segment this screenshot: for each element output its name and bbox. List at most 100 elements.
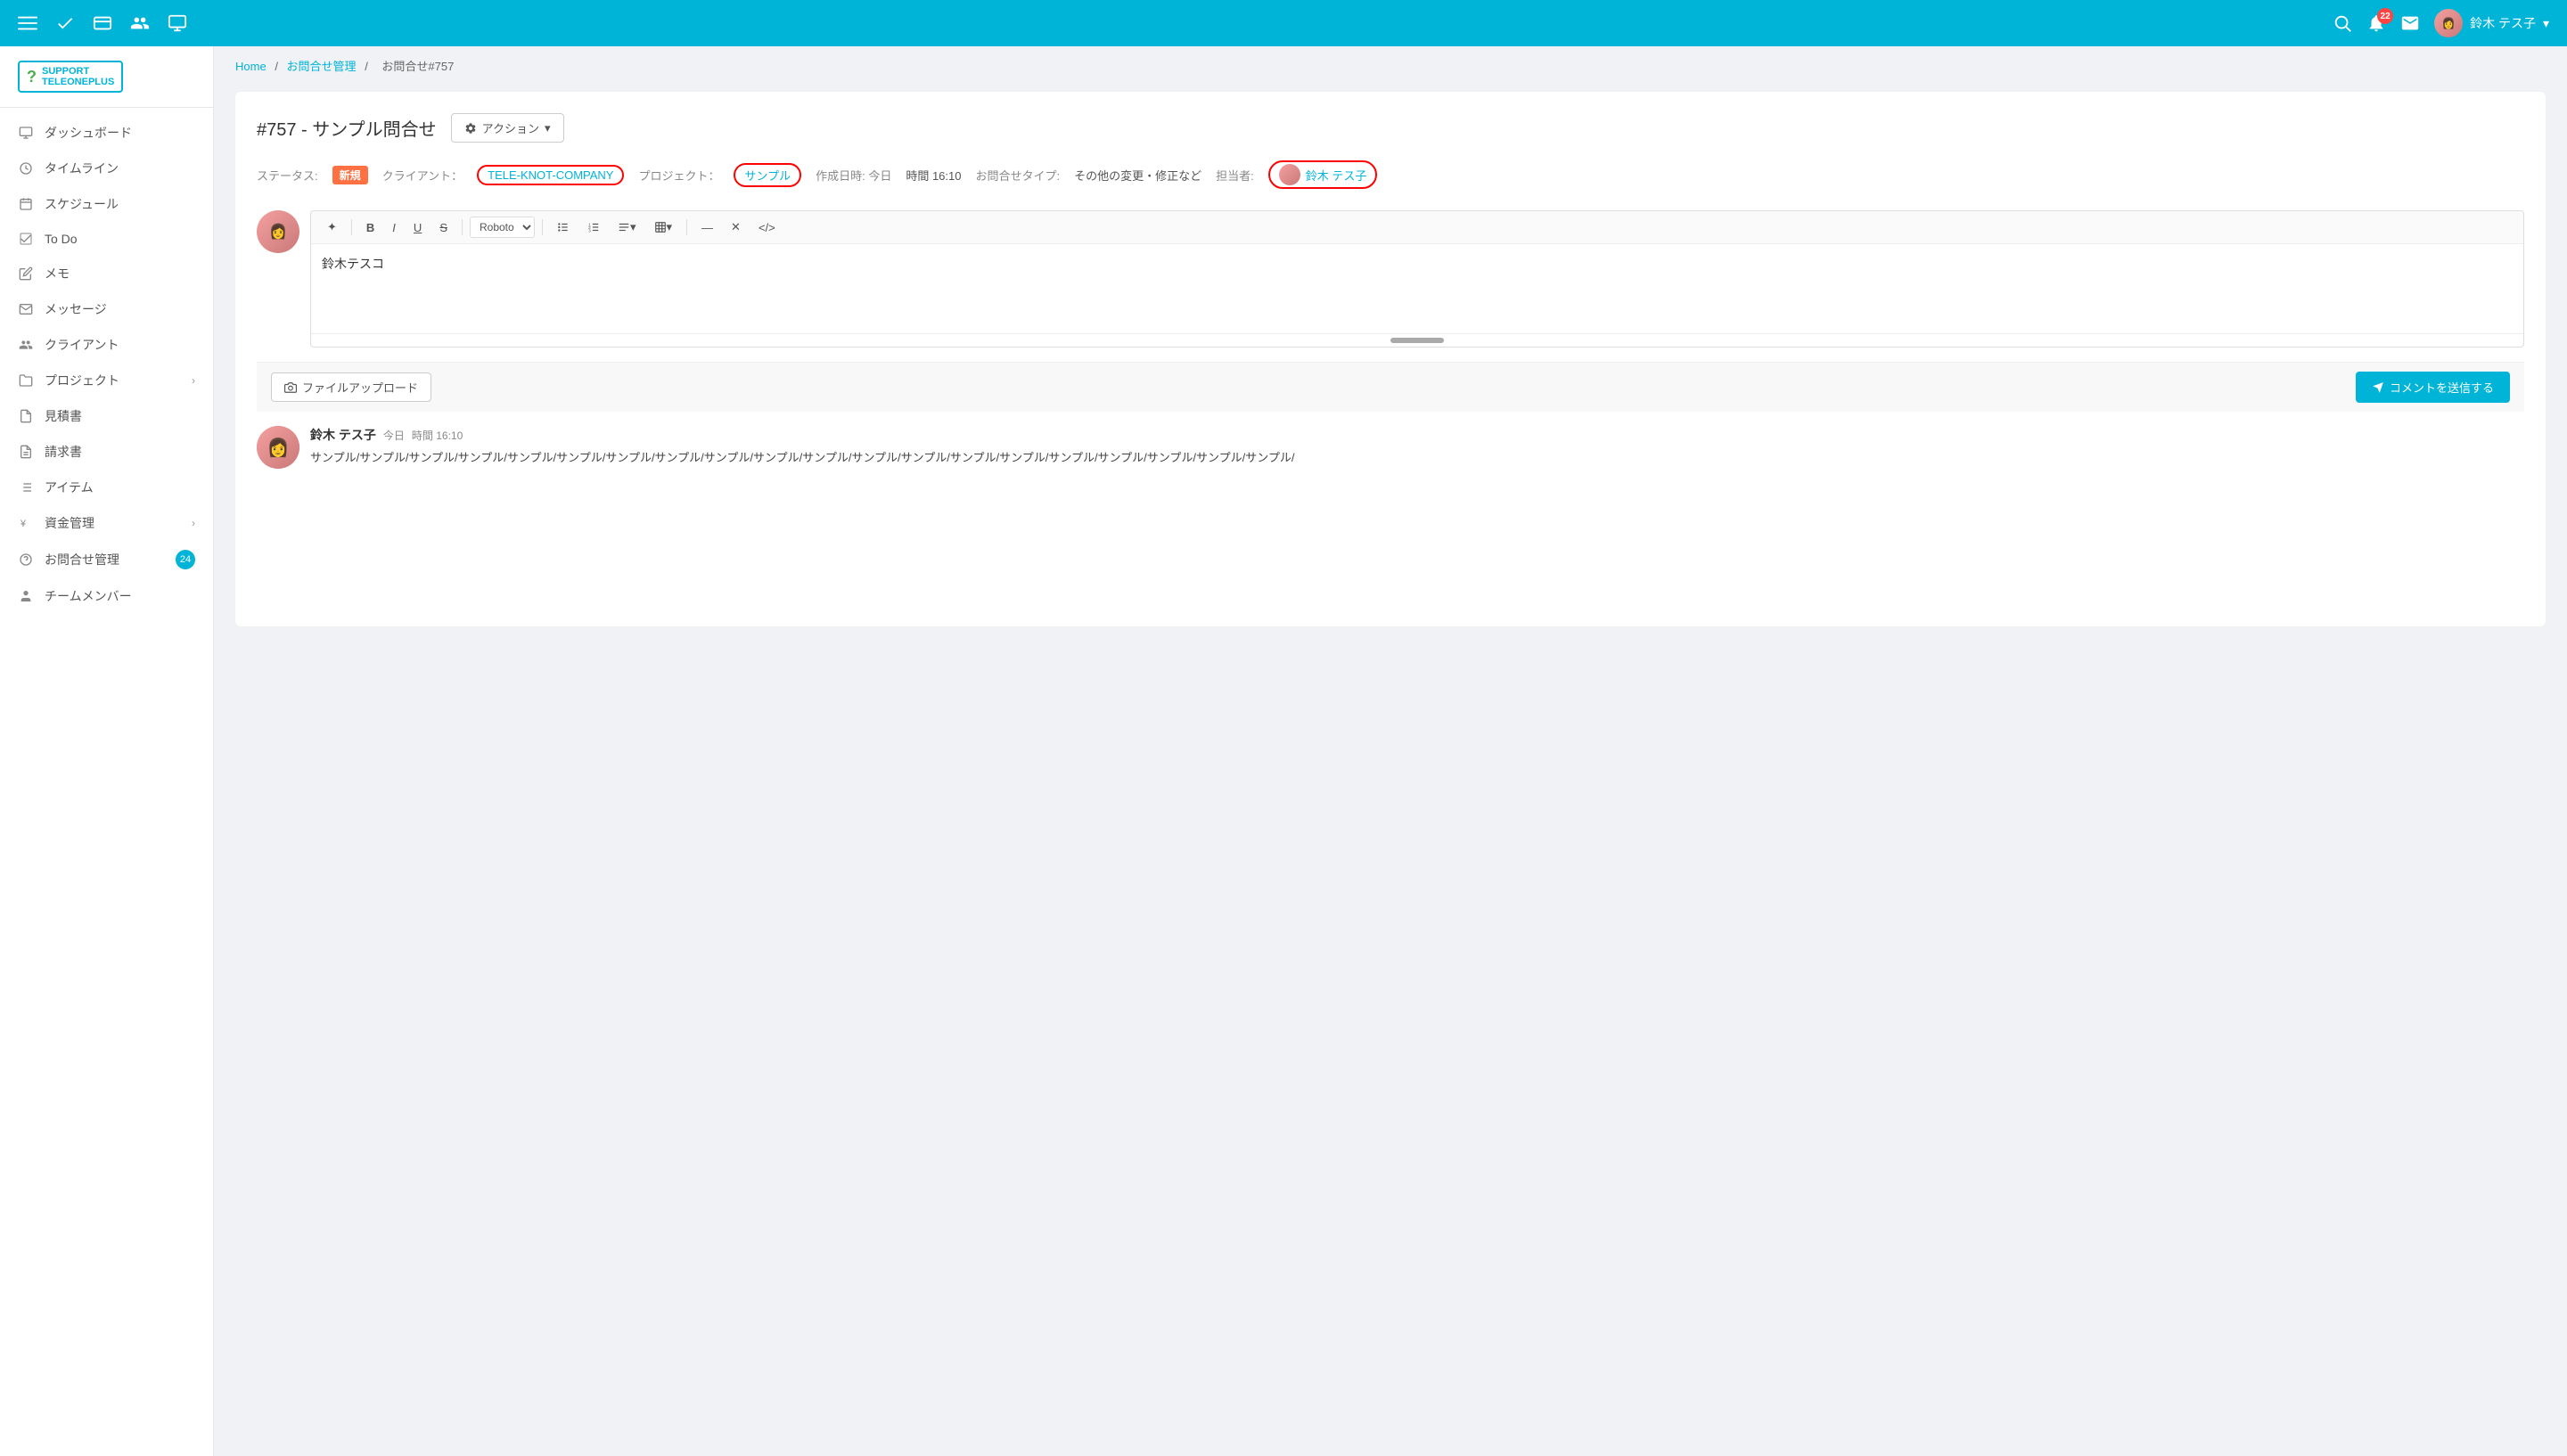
sidebar-item-invoices[interactable]: 請求書: [0, 434, 213, 470]
user-menu[interactable]: 👩 鈴木 テス子 ▾: [2434, 9, 2549, 37]
sidebar-item-projects[interactable]: プロジェクト ›: [0, 363, 213, 398]
created-time: 時間 16:10: [906, 167, 961, 184]
editor-avatar: 👩: [257, 210, 299, 253]
sep2: [462, 219, 463, 235]
sidebar-item-timeline[interactable]: タイムライン: [0, 151, 213, 186]
code-btn[interactable]: </>: [751, 217, 783, 238]
content-area: Home / お問合せ管理 / お問合せ#757 #757 - サンプル問合せ …: [214, 46, 2567, 1456]
table-btn[interactable]: ▾: [647, 217, 680, 238]
mail-icon[interactable]: [2400, 13, 2420, 33]
sidebar-item-memo[interactable]: メモ: [0, 256, 213, 291]
hr-btn[interactable]: —: [694, 217, 720, 238]
sidebar-item-finance[interactable]: ¥ 資金管理 ›: [0, 505, 213, 541]
sidebar-item-items[interactable]: アイテム: [0, 470, 213, 505]
type-value: その他の変更・修正など: [1074, 167, 1201, 184]
editor-scrollbar[interactable]: [1390, 338, 1444, 343]
sidebar-label-items: アイテム: [45, 479, 94, 496]
calendar-icon: [18, 196, 34, 212]
send-label: コメントを送信する: [2390, 379, 2494, 396]
sidebar-item-quotes[interactable]: 見積書: [0, 398, 213, 434]
tasks-icon[interactable]: [55, 13, 75, 33]
assignee-label: 担当者:: [1216, 167, 1254, 184]
svg-text:3: 3: [588, 228, 591, 233]
sidebar-label-quotes: 見積書: [45, 407, 82, 425]
comment-section: 👩 鈴木 テス子 今日 時間 16:10 サンプル/サンプル/サンプル/サンプル…: [257, 426, 2524, 469]
billing-icon[interactable]: [93, 13, 112, 33]
comment-time-label: 今日: [383, 428, 405, 443]
upload-label: ファイルアップロード: [302, 379, 418, 396]
breadcrumb-home[interactable]: Home: [235, 60, 267, 73]
breadcrumb-sep2: /: [365, 60, 371, 73]
editor-footer: ファイルアップロード コメントを送信する: [257, 362, 2524, 412]
nav-left: [18, 13, 187, 33]
upload-button[interactable]: ファイルアップロード: [271, 372, 431, 402]
display-icon[interactable]: [168, 13, 187, 33]
users-icon: [18, 337, 34, 353]
client-link[interactable]: TELE-KNOT-COMPANY: [477, 165, 624, 185]
ticket-container: #757 - サンプル問合せ アクション ▾ ステータス: 新規 クライアント：…: [235, 92, 2546, 626]
folder-icon: [18, 372, 34, 389]
comment-text: サンプル/サンプル/サンプル/サンプル/サンプル/サンプル/サンプル/サンプル/…: [310, 449, 2524, 468]
assignee-avatar: [1279, 164, 1300, 185]
notification-wrapper[interactable]: 22: [2366, 13, 2386, 33]
comment-content: 鈴木 テス子 今日 時間 16:10 サンプル/サンプル/サンプル/サンプル/サ…: [310, 426, 2524, 469]
project-link[interactable]: サンプル: [734, 163, 801, 187]
search-icon[interactable]: [2333, 13, 2352, 33]
editor-content[interactable]: 鈴木テスコ: [311, 244, 2523, 333]
check-icon: [18, 231, 34, 247]
type-label: お問合せタイプ:: [976, 167, 1061, 184]
editor-body[interactable]: 鈴木テスコ: [311, 244, 2523, 333]
breadcrumb-current: お問合せ#757: [381, 60, 454, 73]
logo-area: ? SUPPORT TELEONEPLUS: [0, 46, 213, 108]
created-label: 作成日時: 今日: [816, 167, 891, 184]
sidebar-item-dashboard[interactable]: ダッシュボード: [0, 115, 213, 151]
sidebar-item-todo[interactable]: To Do: [0, 222, 213, 256]
sidebar: ? SUPPORT TELEONEPLUS ダッシュボード タイムライン: [0, 46, 214, 1456]
sidebar-item-schedule[interactable]: スケジュール: [0, 186, 213, 222]
invoices-icon: [18, 444, 34, 460]
editor-toolbar: ✦ B I U S Roboto: [311, 211, 2523, 244]
help-icon: [18, 552, 34, 568]
breadcrumb-management[interactable]: お問合せ管理: [287, 60, 357, 73]
send-button[interactable]: コメントを送信する: [2356, 372, 2510, 403]
underline-btn[interactable]: U: [406, 217, 429, 238]
sidebar-item-team[interactable]: チームメンバー: [0, 578, 213, 614]
sidebar-item-support[interactable]: お問合せ管理 24: [0, 541, 213, 578]
team-icon[interactable]: [130, 13, 150, 33]
ordered-list-btn[interactable]: 123: [580, 217, 607, 237]
sidebar-label-clients: クライアント: [45, 336, 119, 354]
sidebar-label-memo: メモ: [45, 265, 70, 282]
monitor-icon: [18, 125, 34, 141]
action-label: アクション: [482, 119, 539, 136]
sidebar-item-messages[interactable]: メッセージ: [0, 291, 213, 327]
ai-btn[interactable]: ✦: [320, 217, 344, 238]
svg-text:¥: ¥: [20, 519, 26, 529]
clear-btn[interactable]: ✕: [724, 217, 748, 238]
unordered-list-btn[interactable]: [550, 217, 577, 237]
user-name: 鈴木 テス子: [2470, 14, 2536, 32]
assignee-name: 鈴木 テス子: [1306, 167, 1367, 184]
quotes-icon: [18, 408, 34, 424]
align-btn[interactable]: ▾: [611, 217, 644, 238]
strikethrough-btn[interactable]: S: [432, 217, 455, 238]
logo-line1: SUPPORT: [42, 66, 114, 77]
sidebar-label-todo: To Do: [45, 232, 78, 246]
sidebar-item-clients[interactable]: クライアント: [0, 327, 213, 363]
font-select[interactable]: Roboto: [470, 217, 535, 238]
menu-icon[interactable]: [18, 13, 37, 33]
user-icon: [18, 588, 34, 604]
comment-time-value: 時間 16:10: [412, 428, 463, 443]
projects-arrow-icon: ›: [192, 374, 195, 387]
logo-icon: ?: [27, 68, 37, 86]
yen-icon: ¥: [18, 515, 34, 531]
bold-btn[interactable]: B: [359, 217, 381, 238]
sidebar-label-invoices: 請求書: [45, 443, 82, 461]
mail-sidebar-icon: [18, 301, 34, 317]
ticket-meta: ステータス: 新規 クライアント： TELE-KNOT-COMPANY プロジェ…: [257, 160, 2524, 189]
breadcrumb-sep1: /: [275, 60, 281, 73]
italic-btn[interactable]: I: [385, 217, 403, 238]
ticket-title: #757 - サンプル問合せ: [257, 115, 437, 141]
action-button[interactable]: アクション ▾: [451, 113, 564, 143]
project-label: プロジェクト：: [638, 167, 719, 184]
sidebar-label-team: チームメンバー: [45, 587, 132, 605]
